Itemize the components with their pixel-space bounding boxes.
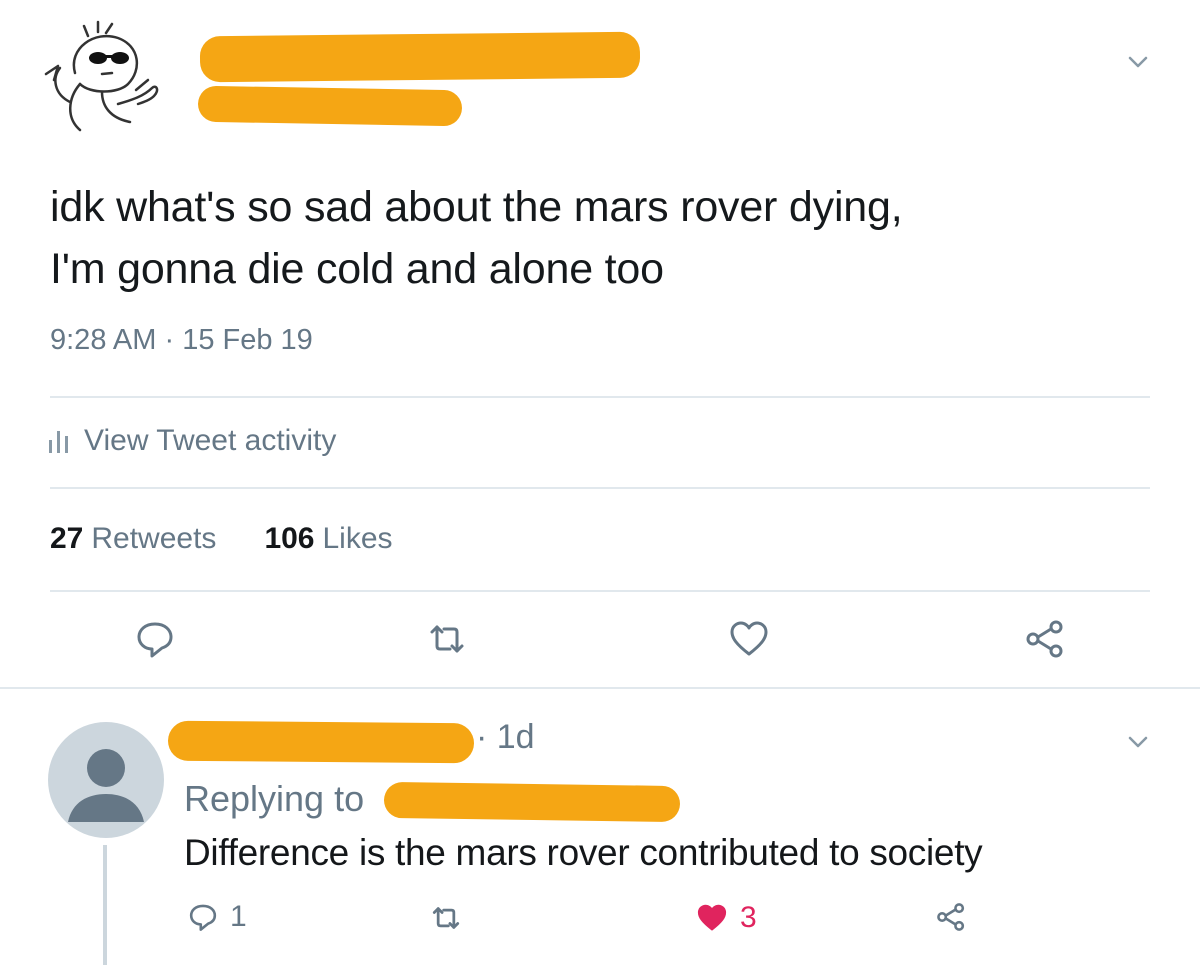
retweet-icon[interactable] <box>424 616 470 662</box>
divider <box>50 396 1150 398</box>
reply-bubble-icon <box>189 904 217 931</box>
tweet-text-line-2: I'm gonna die cold and alone too <box>50 245 664 293</box>
retweet-icon <box>432 907 460 929</box>
view-tweet-activity-label: View Tweet activity <box>84 424 337 457</box>
redacted-username <box>197 85 463 127</box>
tweet-date: 15 Feb 19 <box>182 324 313 356</box>
thread-connector-line <box>103 845 107 965</box>
likes-label: Likes <box>322 522 393 555</box>
tweet-text: idk what's so sad about the mars rover d… <box>50 176 1150 300</box>
meta-separator: · <box>164 324 175 356</box>
redacted-replying-to-handle <box>383 781 681 823</box>
reply-share-button[interactable] <box>934 900 968 934</box>
tweet-text-line-1: idk what's so sad about the mars rover d… <box>50 183 903 231</box>
reply-text: Difference is the mars rover contributed… <box>184 832 983 873</box>
tweet-stats: 27 Retweets 106 Likes <box>50 522 393 556</box>
share-icon <box>937 903 965 931</box>
replying-to-label: Replying to <box>184 778 365 819</box>
cartoon-sunglasses-avatar-icon <box>44 20 159 132</box>
redacted-display-name <box>199 31 641 83</box>
reply-retweet-button[interactable] <box>428 900 464 936</box>
bar-chart-icon <box>49 431 68 453</box>
chevron-down-icon[interactable] <box>1124 728 1152 756</box>
tweet-time: 9:28 AM <box>50 324 157 356</box>
reply-like-count: 3 <box>740 901 757 934</box>
reply-bubble-icon[interactable] <box>132 616 178 662</box>
divider <box>50 487 1150 489</box>
chevron-down-icon[interactable] <box>1124 48 1152 76</box>
retweets-stat[interactable]: 27 Retweets <box>50 522 216 556</box>
reply-reply-count: 1 <box>230 900 247 933</box>
redacted-reply-author <box>167 720 475 764</box>
likes-count: 106 <box>264 522 315 555</box>
tweet-timestamp[interactable]: 9:28 AM · 15 Feb 19 <box>50 324 313 357</box>
section-divider <box>0 687 1200 689</box>
heart-icon[interactable] <box>726 616 772 662</box>
reply-reply-button[interactable]: 1 <box>186 900 247 934</box>
share-icon[interactable] <box>1022 616 1068 662</box>
retweets-count: 27 <box>50 522 84 555</box>
retweets-label: Retweets <box>91 522 217 555</box>
heart-icon <box>697 904 727 931</box>
view-tweet-activity-link[interactable]: View Tweet activity <box>48 424 336 458</box>
default-profile-avatar-icon <box>68 749 144 822</box>
likes-stat[interactable]: 106 Likes <box>264 522 392 556</box>
default-profile-avatar[interactable] <box>48 722 164 838</box>
reply-like-button[interactable]: 3 <box>694 900 757 936</box>
author-avatar[interactable] <box>40 18 170 138</box>
reply-timestamp[interactable]: · 1d <box>476 718 535 757</box>
divider <box>50 590 1150 592</box>
